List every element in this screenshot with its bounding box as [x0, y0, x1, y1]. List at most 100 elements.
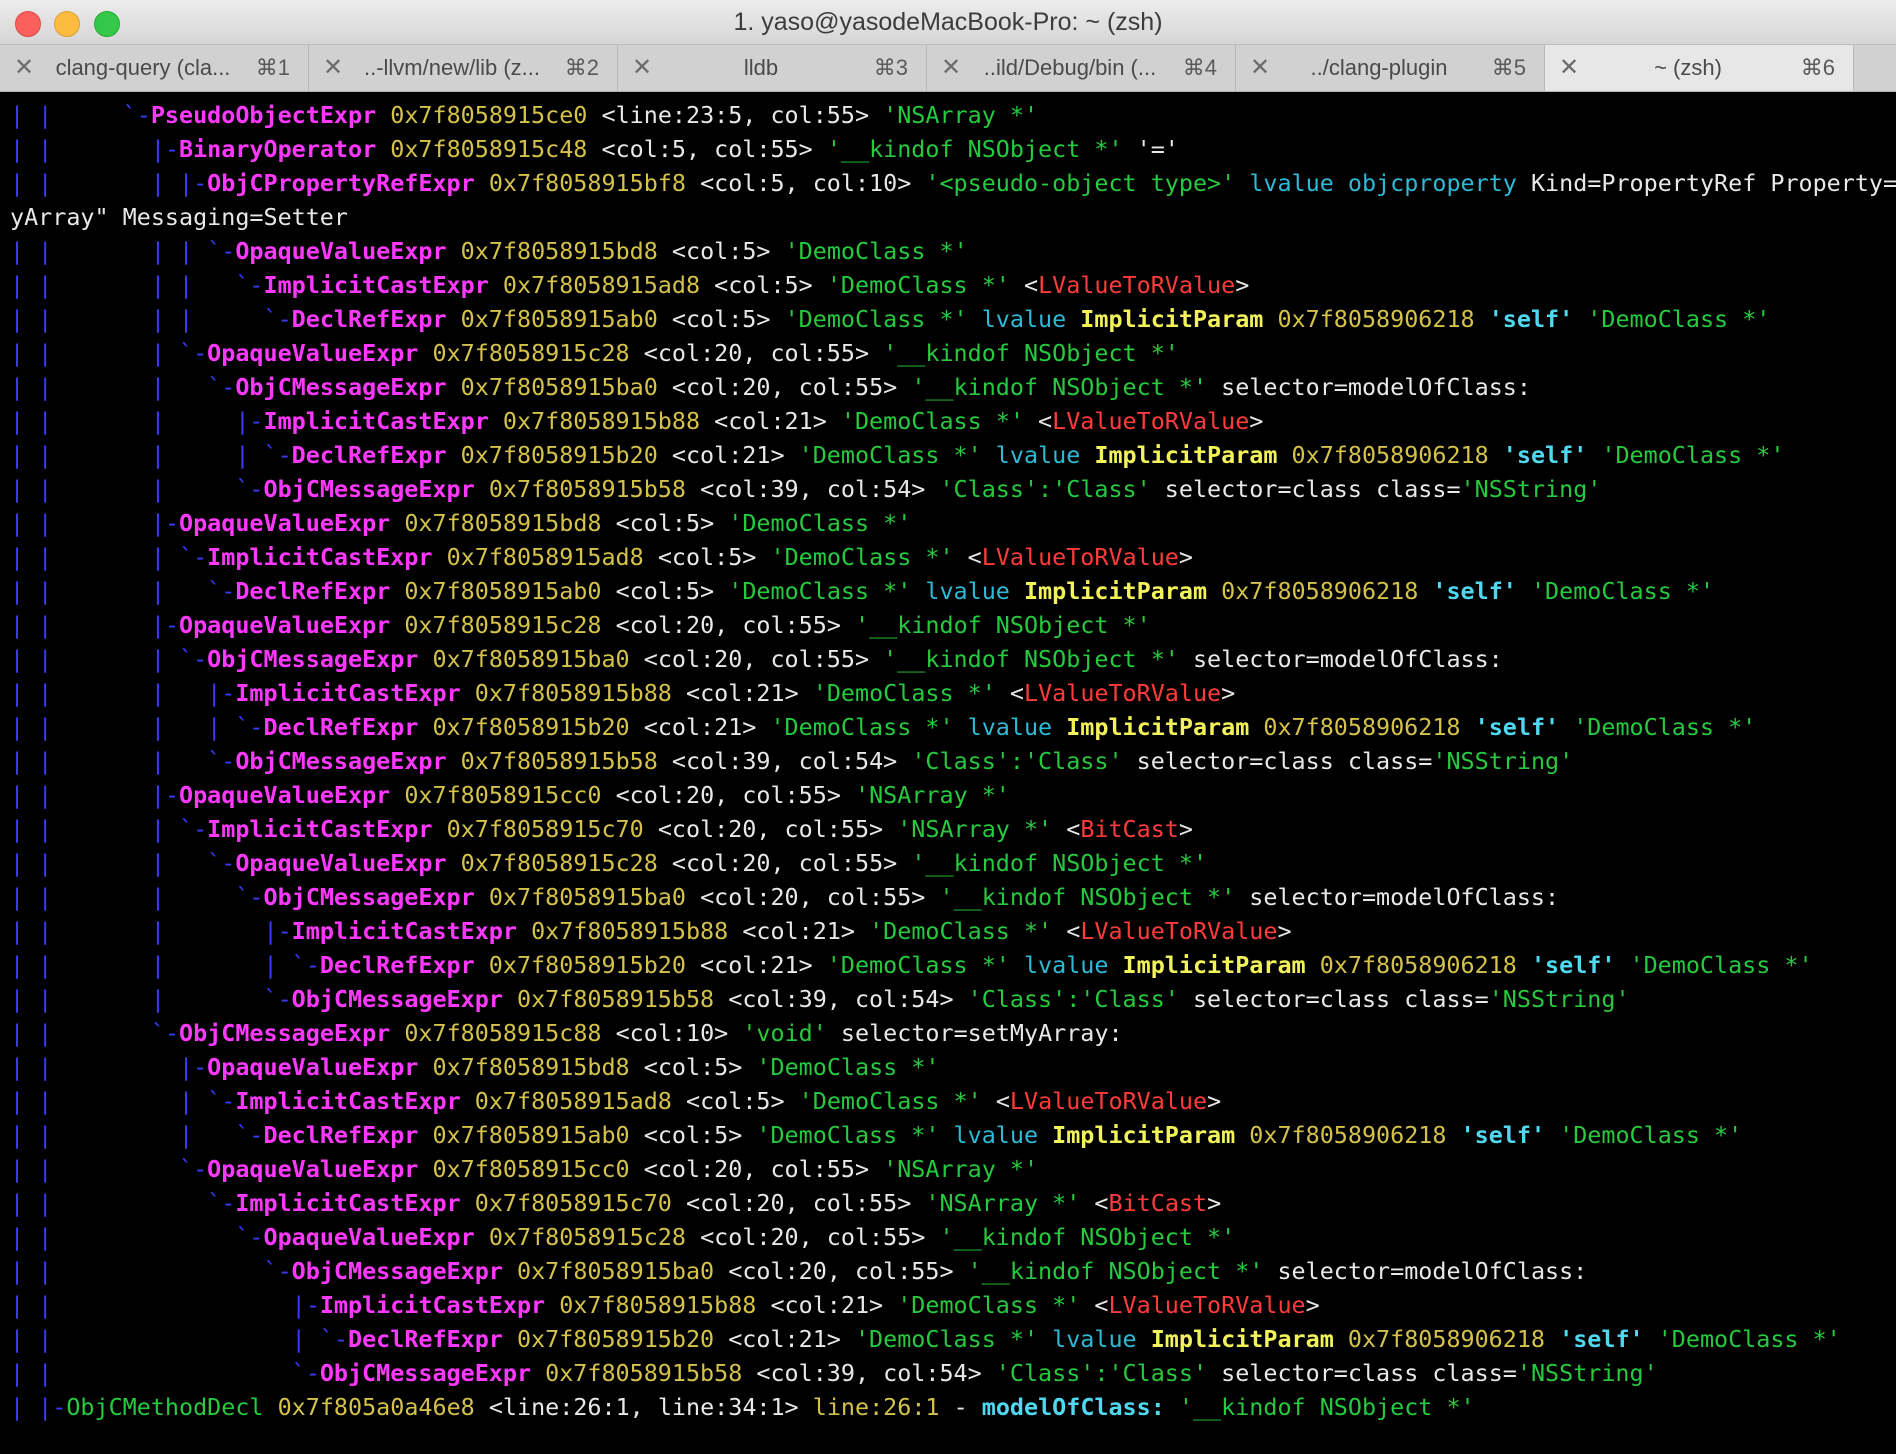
terminal-text-segment: 0x7f8058915ba0 — [502, 1257, 715, 1285]
terminal-text-segment: <col:20, col:55> — [629, 1155, 870, 1183]
terminal-line: | | | `-ObjCMessageExpr 0x7f8058915b58 <… — [10, 744, 1896, 778]
terminal-text-segment: LValueToRValue — [1009, 1087, 1208, 1115]
terminal-text-segment: ObjCMessageExpr — [319, 1359, 532, 1387]
terminal-text-segment: <col:5> — [601, 577, 715, 605]
tab-1[interactable]: ✕ clang-query (cla... ⌘1 — [0, 45, 309, 91]
close-tab-icon[interactable]: ✕ — [14, 55, 34, 81]
window-title: 1. yaso@yasodeMacBook-Pro: ~ (zsh) — [733, 8, 1163, 36]
terminal-text-segment: LValueToRValue — [1080, 917, 1278, 945]
terminal-text-segment: 0x7f8058915b20 — [446, 441, 658, 469]
terminal-text-segment: < — [1009, 271, 1039, 299]
terminal-text-segment: 0x7f8058915ba0 — [418, 645, 630, 673]
terminal-text-segment: modelOfClass: — [967, 1393, 1165, 1421]
terminal-text-segment: | | | |- — [10, 917, 292, 945]
terminal-text-segment: ObjCPropertyRefExpr — [207, 169, 475, 197]
terminal-text-segment: 0x7f8058915b20 — [418, 713, 630, 741]
terminal-text-segment: 'DemoClass *' — [784, 1087, 982, 1115]
terminal-text-segment: DeclRefExpr — [263, 1121, 419, 1149]
terminal-text-segment: ImplicitParam — [1136, 1325, 1334, 1353]
terminal-text-segment: 'DemoClass *' — [1559, 713, 1757, 741]
close-tab-icon[interactable]: ✕ — [632, 55, 652, 81]
terminal-text-segment: | | | `- — [10, 883, 264, 911]
tab-6-active[interactable]: ✕ ~ (zsh) ⌘6 — [1545, 45, 1854, 91]
terminal-text-segment: < — [1052, 815, 1081, 843]
terminal-text-segment: ObjCMessageExpr — [207, 645, 419, 673]
terminal-text-segment: OpaqueValueExpr — [179, 781, 391, 809]
terminal-text-segment: | | | `- — [10, 339, 208, 367]
terminal-text-segment: lvalue — [911, 577, 1010, 605]
terminal-text-segment: 'NSString' — [1516, 1359, 1658, 1387]
terminal-text-segment: 'Class':'Class' — [953, 985, 1179, 1013]
terminal-line: | | `-ObjCMessageExpr 0x7f8058915ba0 <co… — [10, 1254, 1896, 1288]
terminal-text-segment: <col:5> — [643, 543, 757, 571]
terminal-text-segment: 0x7f8058915bd8 — [390, 509, 602, 537]
tab-3[interactable]: ✕ lldb ⌘3 — [618, 45, 927, 91]
terminal-text-segment: <col:39, col:54> — [742, 1359, 982, 1387]
terminal-text-segment: 'DemoClass *' — [883, 1291, 1081, 1319]
terminal-text-segment: 'DemoClass *' — [840, 1325, 1039, 1353]
terminal-text-segment: | | | `- — [10, 849, 236, 877]
terminal-text-segment: <col:21> — [671, 679, 799, 707]
terminal-text-segment: 0x7f8058915c70 — [460, 1189, 672, 1217]
tab-label: ..ild/Debug/bin (... — [983, 55, 1157, 80]
terminal-output[interactable]: | | `-PseudoObjectExpr 0x7f8058915ce0 <l… — [10, 98, 1896, 1454]
tab-4[interactable]: ✕ ..ild/Debug/bin (... ⌘4 — [927, 45, 1236, 91]
terminal-text-segment: '<pseudo-object type>' — [911, 169, 1236, 197]
close-tab-icon[interactable]: ✕ — [941, 55, 961, 81]
terminal-text-segment: OpaqueValueExpr — [207, 1053, 419, 1081]
terminal-text-segment: | | | `- — [10, 475, 264, 503]
terminal-text-segment: | | | `- — [10, 373, 236, 401]
terminal-text-segment: | | | | `- — [10, 441, 292, 469]
tab-label: ../clang-plugin — [1310, 55, 1448, 80]
terminal-text-segment: selector=class class= — [1178, 985, 1489, 1013]
terminal-text-segment: | | |- — [10, 135, 179, 163]
terminal-line: | | | | `-OpaqueValueExpr 0x7f8058915bd8… — [10, 234, 1896, 268]
terminal-text-segment: ImplicitCastExpr — [291, 917, 517, 945]
terminal-text-segment: 'DemoClass *' — [1587, 441, 1785, 469]
terminal-text-segment: 'self' — [1516, 951, 1616, 979]
terminal-text-segment: 'void' — [728, 1019, 827, 1047]
terminal-text-segment: <col:5> — [657, 237, 771, 265]
terminal-text-segment: 'NSString' — [1432, 747, 1574, 775]
terminal-text-segment: 0x7f8058915c28 — [474, 1223, 686, 1251]
terminal-line: | | | | `-DeclRefExpr 0x7f8058915ab0 <co… — [10, 302, 1896, 336]
tab-shortcut: ⌘2 — [564, 55, 599, 80]
terminal-text-segment: 'self' — [1460, 713, 1560, 741]
terminal-text-segment: <col:5> — [629, 1121, 743, 1149]
terminal-text-segment: LValueToRValue — [1052, 407, 1250, 435]
terminal-line: | | | `-OpaqueValueExpr 0x7f8058915c28 <… — [10, 846, 1896, 880]
terminal-text-segment: | | | `- — [10, 1121, 264, 1149]
tab-shortcut: ⌘1 — [255, 55, 290, 80]
terminal-text-segment: | | `- — [10, 1257, 292, 1285]
terminal-text-segment: | | | `- — [10, 985, 292, 1013]
terminal-text-segment: <col:21> — [629, 713, 757, 741]
close-tab-icon[interactable]: ✕ — [323, 55, 343, 81]
terminal-text-segment: 0x7f8058906218 — [1207, 577, 1419, 605]
tab-5[interactable]: ✕ ../clang-plugin ⌘5 — [1236, 45, 1545, 91]
tab-2[interactable]: ✕ ..-llvm/new/lib (z... ⌘2 — [309, 45, 618, 91]
terminal-text-segment: selector=modelOfClass: — [1235, 883, 1560, 911]
terminal-line: | | | |-ImplicitCastExpr 0x7f8058915b88 … — [10, 676, 1896, 710]
terminal-text-segment: OpaqueValueExpr — [263, 1223, 475, 1251]
terminal-text-segment: LValueToRValue — [981, 543, 1179, 571]
terminal-text-segment: 'NSArray *' — [869, 101, 1039, 129]
terminal-text-segment: 0x7f8058915ce0 — [376, 101, 588, 129]
terminal-text-segment: yArray" Messaging=Setter — [10, 203, 348, 231]
tab-bar-empty-area[interactable] — [1854, 45, 1896, 91]
terminal-text-segment: 0x7f8058915ab0 — [390, 577, 602, 605]
terminal-text-segment: 0x7f8058915ad8 — [460, 1087, 672, 1115]
terminal-text-segment: <line:26:1, line:34:1> — [474, 1393, 799, 1421]
terminal-text-segment: DeclRefExpr — [291, 441, 447, 469]
terminal-text-segment: | | | `- — [10, 645, 208, 673]
title-bar[interactable]: 1. yaso@yasodeMacBook-Pro: ~ (zsh) — [0, 0, 1896, 45]
close-tab-icon[interactable]: ✕ — [1250, 55, 1270, 81]
terminal-text-segment: | | |- — [10, 781, 179, 809]
terminal-text-segment: | |- — [10, 1393, 67, 1421]
terminal-text-segment: line:26:1 — [798, 1393, 940, 1421]
terminal-text-segment: lvalue — [953, 713, 1053, 741]
terminal-line: | | |-ImplicitCastExpr 0x7f8058915b88 <c… — [10, 1288, 1896, 1322]
terminal-text-segment: 0x7f8058915b58 — [531, 1359, 743, 1387]
close-tab-icon[interactable]: ✕ — [1559, 55, 1579, 81]
terminal-text-segment: <col:5> — [629, 1053, 743, 1081]
terminal-text-segment: 0x7f8058906218 — [1277, 441, 1489, 469]
